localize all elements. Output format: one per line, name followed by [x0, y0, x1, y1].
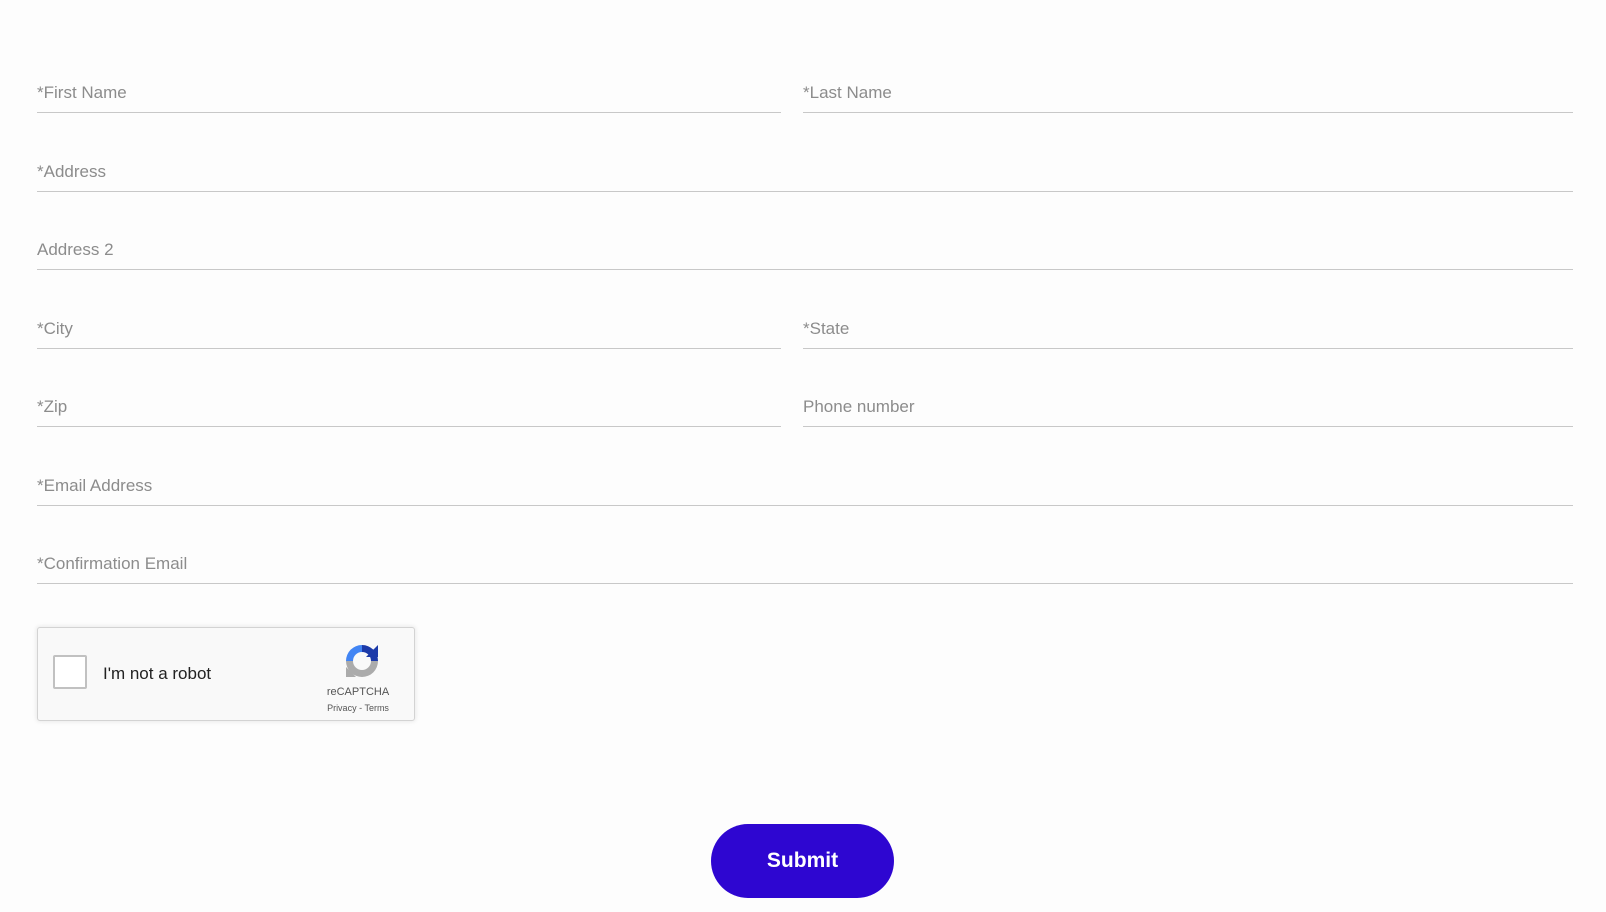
- address2-input[interactable]: [37, 230, 1573, 269]
- phone-field: [803, 387, 1573, 427]
- recaptcha-label: I'm not a robot: [103, 664, 212, 683]
- recaptcha-separator: -: [359, 703, 363, 713]
- confirm-email-field: [37, 544, 1573, 584]
- recaptcha-terms-link[interactable]: Terms: [364, 703, 389, 713]
- recaptcha-privacy-link[interactable]: Privacy: [327, 703, 357, 713]
- recaptcha-brand: reCAPTCHA: [326, 686, 390, 698]
- last-name-input[interactable]: [803, 73, 1573, 112]
- address-input[interactable]: [37, 152, 1573, 191]
- email-input[interactable]: [37, 466, 1573, 505]
- first-name-field: [37, 73, 781, 113]
- recaptcha-widget: I'm not a robot reCAPTCHA Privacy - Term…: [37, 627, 415, 721]
- city-input[interactable]: [37, 309, 781, 348]
- recaptcha-logo-icon: [346, 645, 378, 677]
- zip-input[interactable]: [37, 387, 781, 426]
- address2-field: [37, 230, 1573, 270]
- submit-button[interactable]: Submit: [711, 824, 894, 898]
- state-input[interactable]: [803, 309, 1573, 348]
- city-field: [37, 309, 781, 349]
- confirm-email-input[interactable]: [37, 544, 1573, 583]
- address-field: [37, 152, 1573, 192]
- zip-field: [37, 387, 781, 427]
- first-name-input[interactable]: [37, 73, 781, 112]
- state-field: [803, 309, 1573, 349]
- recaptcha-links: Privacy - Terms: [298, 703, 418, 713]
- recaptcha-checkbox[interactable]: [53, 655, 87, 689]
- last-name-field: [803, 73, 1573, 113]
- email-field: [37, 466, 1573, 506]
- phone-input[interactable]: [803, 387, 1573, 426]
